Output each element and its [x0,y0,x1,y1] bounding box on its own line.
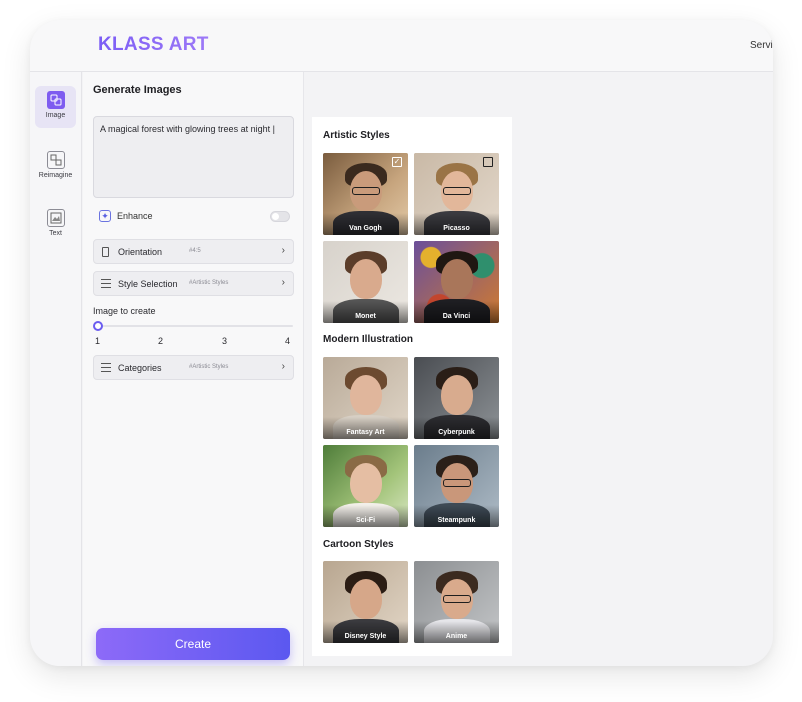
slider-tick-2: 2 [158,336,164,346]
reimagine-icon [46,151,65,169]
chevron-right-icon: › [281,277,285,288]
style-card-label: Cyberpunk [438,429,475,436]
orientation-tag: #4:5 [189,248,201,254]
style-card-da-vinci[interactable]: Da Vinci [414,241,499,323]
style-card-steampunk[interactable]: Steampunk [414,445,499,527]
style-card-monet[interactable]: Monet [323,241,408,323]
enhance-label: Enhance [117,211,153,221]
app-window: KLASS ART Servic Image Reimagine [30,20,773,666]
style-card-label: Monet [355,313,376,320]
list-icon [101,279,111,288]
style-card-label: Anime [445,633,468,640]
orientation-row[interactable]: Orientation #4:5 › [93,239,294,264]
slider-tick-4: 4 [285,336,291,346]
style-selection-label: Style Selection [118,279,178,289]
prompt-textarea[interactable]: A magical forest with glowing trees at n… [93,116,294,198]
style-card-cyberpunk[interactable]: Cyberpunk [414,357,499,439]
styles-panel: Artistic Styles ✓ Van Gogh Picasso Monet… [312,117,512,656]
style-card-label: Van Gogh [349,225,382,232]
rail-item-text[interactable]: Text [35,204,76,246]
categories-tag: #Artistic Styles [189,364,229,370]
style-card-fantasy-art[interactable]: Fantasy Art [323,357,408,439]
slider-tick-3: 3 [222,336,228,346]
rail-item-reimagine[interactable]: Reimagine [35,146,76,188]
chevron-right-icon: › [281,245,285,256]
image-count-slider-thumb[interactable] [93,321,103,331]
checkbox-checked-icon[interactable]: ✓ [392,157,402,167]
style-card-label: Steampunk [437,517,476,524]
orientation-label: Orientation [118,247,163,257]
chevron-right-icon: › [281,361,285,372]
style-card-label: Picasso [443,225,470,232]
section-title-cartoon: Cartoon Styles [323,539,394,550]
style-card-picasso[interactable]: Picasso [414,153,499,235]
image-generate-icon [46,91,65,109]
text-image-icon [46,209,65,227]
rail-label-image: Image [45,112,66,119]
rail-label-text: Text [49,230,62,237]
style-selection-tag: #Artistic Styles [189,280,229,286]
section-title-modern: Modern Illustration [323,334,413,345]
style-selection-row[interactable]: Style Selection #Artistic Styles › [93,271,294,296]
style-card-disney-style[interactable]: Disney Style [323,561,408,643]
style-card-van-gogh[interactable]: ✓ Van Gogh [323,153,408,235]
section-title-artistic: Artistic Styles [323,130,390,141]
style-card-anime[interactable]: Anime [414,561,499,643]
style-card-label: Sci-Fi [355,517,376,524]
brand-logo[interactable]: KLASS ART [98,34,209,56]
nav-link-services[interactable]: Servic [750,40,773,51]
panel-title: Generate Images [93,84,182,96]
rail-item-image[interactable]: Image [35,86,76,128]
top-bar: KLASS ART Servic [30,20,773,72]
image-count-label: Image to create [93,306,156,316]
enhance-row: ✦ Enhance [93,210,294,224]
slider-tick-1: 1 [95,336,101,346]
style-card-label: Fantasy Art [346,429,385,436]
image-count-slider-track[interactable] [97,325,293,327]
rail-label-reimagine: Reimagine [38,172,73,179]
sparkle-icon: ✦ [99,210,111,222]
style-card-sci-fi[interactable]: Sci-Fi [323,445,408,527]
categories-label: Categories [118,363,162,373]
style-card-label: Disney Style [344,633,387,640]
generate-panel: Generate Images A magical forest with gl… [83,72,304,666]
style-card-label: Da Vinci [442,313,471,320]
categories-row[interactable]: Categories #Artistic Styles › [93,355,294,380]
portrait-frame-icon [101,247,111,257]
icon-rail: Image Reimagine Text [30,72,82,666]
checkbox-icon[interactable] [483,157,493,167]
list-icon [101,363,111,372]
create-button[interactable]: Create [96,628,290,660]
enhance-toggle[interactable] [270,211,290,222]
